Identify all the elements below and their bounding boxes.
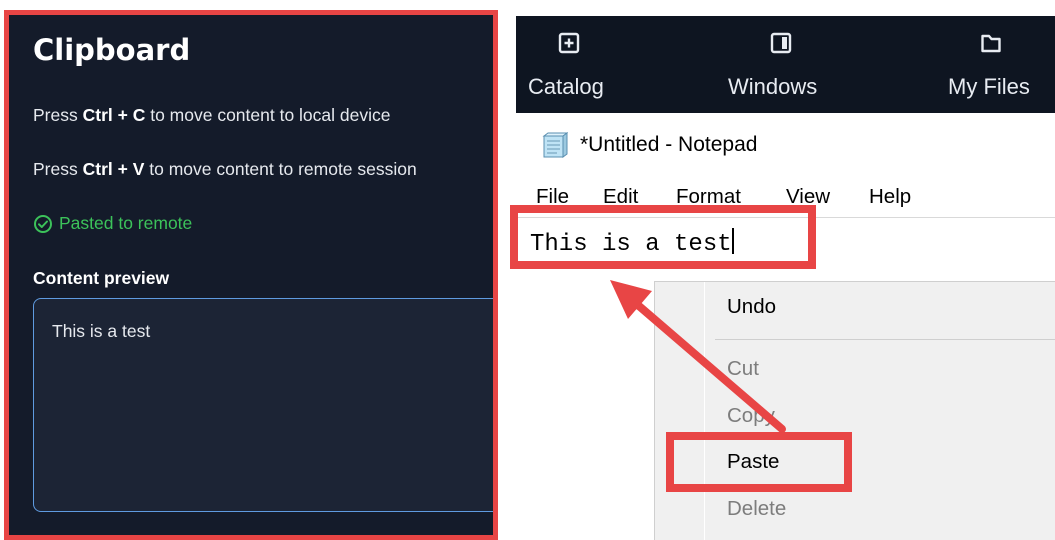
context-menu-copy[interactable]: Copy	[727, 404, 775, 428]
remote-session: Catalog Windows My Files *Untitled - Not	[510, 16, 1055, 540]
context-menu: Undo Cut Copy Paste Delete	[654, 281, 1055, 540]
session-toolbar: Catalog Windows My Files	[516, 16, 1055, 113]
clipboard-panel: Clipboard Press Ctrl + C to move content…	[4, 10, 498, 540]
folder-icon	[981, 34, 1001, 53]
copy-instruction-suffix: to move content to local device	[145, 105, 391, 125]
paste-status-text: Pasted to remote	[59, 213, 193, 233]
paste-status: Pasted to remote	[33, 213, 192, 234]
menu-help[interactable]: Help	[869, 185, 911, 209]
paste-instruction-prefix: Press	[33, 159, 83, 179]
paste-instruction-suffix: to move content to remote session	[144, 159, 417, 179]
clipboard-title: Clipboard	[33, 33, 191, 67]
clipboard-wrapper: Clipboard Press Ctrl + C to move content…	[0, 0, 500, 540]
context-menu-delete[interactable]: Delete	[727, 497, 786, 521]
notepad-icon	[542, 132, 568, 158]
window-icon	[770, 32, 792, 54]
paste-instruction: Press Ctrl + V to move content to remote…	[33, 159, 417, 180]
notepad-titlebar[interactable]: *Untitled - Notepad	[516, 113, 1055, 175]
toolbar-my-files-label: My Files	[948, 74, 1030, 99]
content-preview-label: Content preview	[33, 268, 170, 288]
notepad-window: *Untitled - Notepad File Edit Format Vie…	[510, 113, 1055, 540]
context-menu-separator	[715, 339, 1055, 340]
notepad-title: *Untitled - Notepad	[580, 133, 758, 156]
context-menu-cut[interactable]: Cut	[727, 357, 759, 381]
copy-instruction-prefix: Press	[33, 105, 83, 125]
paste-shortcut: Ctrl + V	[82, 159, 145, 179]
context-menu-gutter	[704, 282, 705, 540]
plus-square-icon	[558, 32, 580, 54]
copy-instruction: Press Ctrl + C to move content to local …	[33, 105, 390, 126]
toolbar-windows-label: Windows	[728, 74, 818, 99]
toolbar-catalog-label: Catalog	[528, 74, 604, 99]
pasted-text-highlight	[510, 205, 816, 269]
paste-highlight	[666, 432, 852, 492]
check-circle-icon	[34, 214, 52, 233]
context-menu-undo[interactable]: Undo	[727, 295, 776, 319]
content-preview-text: This is a test	[52, 321, 151, 341]
copy-shortcut: Ctrl + C	[82, 105, 146, 125]
content-preview-box[interactable]: This is a test	[33, 298, 493, 512]
